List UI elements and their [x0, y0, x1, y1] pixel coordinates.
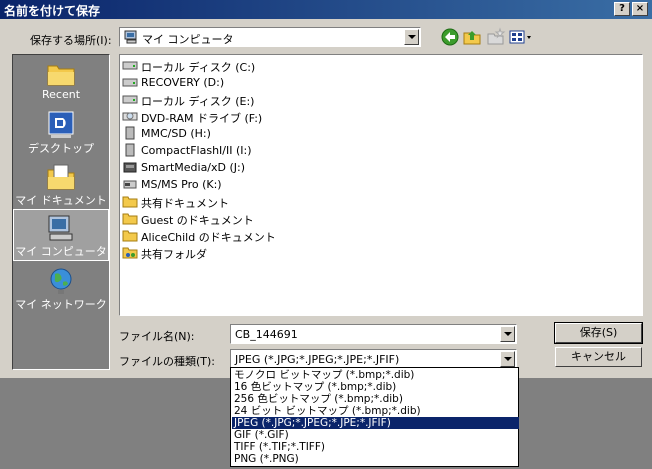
save-in-combo[interactable]: マイ コンピュータ: [119, 27, 421, 47]
filename-label: ファイル名(N):: [119, 330, 195, 343]
place-recent[interactable]: Recent: [13, 57, 109, 107]
filetype-dropdown-list[interactable]: モノクロ ビットマップ (*.bmp;*.dib) 16 色ビットマップ (*.…: [230, 367, 519, 467]
filetype-option[interactable]: 256 色ビットマップ (*.bmp;*.dib): [232, 393, 519, 405]
my-computer-icon: [124, 30, 137, 44]
chevron-down-icon[interactable]: [500, 326, 515, 342]
file-list[interactable]: ローカル ディスク (C:) RECOVERY (D:) ローカル ディスク (…: [119, 54, 643, 316]
memory-card-icon: [123, 162, 137, 173]
memory-card-icon: [125, 143, 135, 157]
place-label: Recent: [41, 88, 81, 101]
filetype-option[interactable]: TIFF (*.TIF;*.TIFF): [232, 441, 519, 453]
filetype-option[interactable]: 16 色ビットマップ (*.bmp;*.dib): [232, 381, 519, 393]
my-documents-icon: [47, 164, 75, 190]
folder-icon: [122, 230, 138, 242]
my-computer-icon: [48, 215, 73, 241]
save-in-label: 保存する場所(I):: [30, 34, 112, 47]
filetype-option[interactable]: 24 ビット ビットマップ (*.bmp;*.dib): [232, 405, 519, 417]
close-button[interactable]: ×: [632, 2, 648, 16]
up-folder-icon[interactable]: [462, 27, 482, 47]
back-arrow-icon[interactable]: [440, 27, 460, 47]
window-title: 名前を付けて保存: [4, 4, 101, 18]
place-label: マイ ドキュメント: [15, 194, 107, 207]
chevron-down-icon[interactable]: [500, 351, 515, 367]
filename-value: CB_144691: [235, 328, 298, 341]
cancel-button[interactable]: キャンセル: [555, 347, 642, 367]
places-bar: Recent デスクトップ マイ ドキュメント マイ コンピュータ マイ ネット…: [12, 54, 110, 370]
folder-icon: [122, 196, 138, 208]
filetype-label: ファイルの種類(T):: [119, 355, 216, 368]
save-as-dialog: 名前を付けて保存 ? × 保存する場所(I): マイ コンピュータ Recent…: [0, 0, 652, 378]
view-menu-icon[interactable]: [508, 27, 534, 47]
hard-drive-icon: [122, 78, 138, 87]
title-bar[interactable]: 名前を付けて保存 ? ×: [0, 0, 652, 19]
desktop-icon: [48, 111, 74, 138]
memory-card-icon: [125, 126, 135, 140]
recent-folder-icon: [47, 65, 75, 86]
help-button[interactable]: ?: [614, 2, 630, 16]
memory-card-icon: [123, 180, 137, 189]
chevron-down-icon[interactable]: [404, 29, 419, 45]
new-folder-icon[interactable]: [486, 27, 506, 47]
filetype-option[interactable]: PNG (*.PNG): [232, 453, 519, 465]
hard-drive-icon: [122, 61, 138, 70]
place-label: デスクトップ: [28, 142, 94, 155]
place-my-documents[interactable]: マイ ドキュメント: [13, 159, 109, 209]
filetype-value: JPEG (*.JPG;*.JPEG;*.JPE;*.JFIF): [235, 353, 400, 366]
place-label: マイ コンピュータ: [15, 245, 107, 258]
save-button[interactable]: 保存(S): [554, 322, 643, 344]
hard-drive-icon: [122, 95, 138, 104]
dvd-drive-icon: [122, 112, 138, 121]
network-globe-icon: [50, 268, 72, 294]
place-my-network[interactable]: マイ ネットワーク: [13, 263, 109, 313]
filetype-option[interactable]: モノクロ ビットマップ (*.bmp;*.dib): [232, 369, 519, 381]
place-my-computer[interactable]: マイ コンピュータ: [13, 209, 109, 261]
folder-icon: [122, 213, 138, 225]
filename-input[interactable]: CB_144691: [230, 324, 517, 344]
shared-folder-icon: [122, 247, 138, 259]
filetype-option[interactable]: GIF (*.GIF): [232, 429, 519, 441]
save-in-value: マイ コンピュータ: [142, 33, 234, 46]
filetype-select[interactable]: JPEG (*.JPG;*.JPEG;*.JPE;*.JFIF): [230, 349, 517, 369]
place-label: マイ ネットワーク: [15, 298, 107, 311]
filetype-option-selected[interactable]: JPEG (*.JPG;*.JPEG;*.JPE;*.JFIF): [232, 417, 519, 429]
place-desktop[interactable]: デスクトップ: [13, 107, 109, 157]
